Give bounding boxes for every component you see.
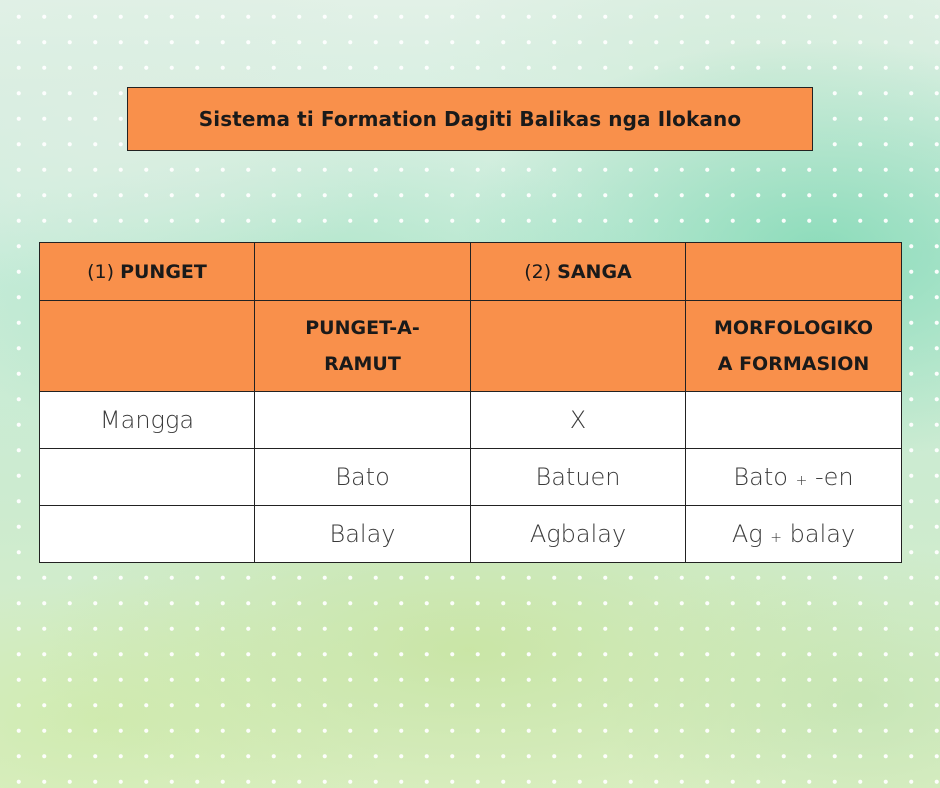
header-row-primary: (1) PUNGET (2) SANGA bbox=[39, 242, 902, 301]
header-cell-empty bbox=[254, 242, 471, 301]
table-cell bbox=[685, 391, 902, 449]
table-cell: Mangga bbox=[39, 391, 255, 449]
header-cell-empty bbox=[685, 242, 902, 301]
header-row-secondary: PUNGET-A- RAMUT MORFOLOGIKO A FORMASION bbox=[39, 300, 902, 392]
title-box: Sistema ti Formation Dagiti Balikas nga … bbox=[127, 87, 813, 151]
table-cell: Ag + balay bbox=[685, 505, 902, 563]
table-cell: Bato + -en bbox=[685, 448, 902, 506]
table-cell: Batuen bbox=[470, 448, 686, 506]
table-cell bbox=[254, 391, 471, 449]
table-cell bbox=[39, 505, 255, 563]
subheader-cell-punget-a-ramut: PUNGET-A- RAMUT bbox=[254, 300, 471, 392]
header-cell-punget: (1) PUNGET bbox=[39, 242, 255, 301]
subheader-cell-empty bbox=[39, 300, 255, 392]
table-row: Bato Batuen Bato + -en bbox=[39, 448, 902, 506]
subheader-cell-morfologiko: MORFOLOGIKO A FORMASION bbox=[685, 300, 902, 392]
table-row: Mangga X bbox=[39, 391, 902, 449]
subheader-cell-empty bbox=[470, 300, 686, 392]
table-row: Balay Agbalay Ag + balay bbox=[39, 505, 902, 563]
word-formation-table: (1) PUNGET (2) SANGA PUNGET-A- RAMUT MORF… bbox=[39, 242, 902, 563]
table-cell: Agbalay bbox=[470, 505, 686, 563]
table-cell: X bbox=[470, 391, 686, 449]
page-title: Sistema ti Formation Dagiti Balikas nga … bbox=[198, 107, 742, 131]
table-cell bbox=[39, 448, 255, 506]
header-cell-sanga: (2) SANGA bbox=[470, 242, 686, 301]
table-cell: Balay bbox=[254, 505, 471, 563]
table-cell: Bato bbox=[254, 448, 471, 506]
